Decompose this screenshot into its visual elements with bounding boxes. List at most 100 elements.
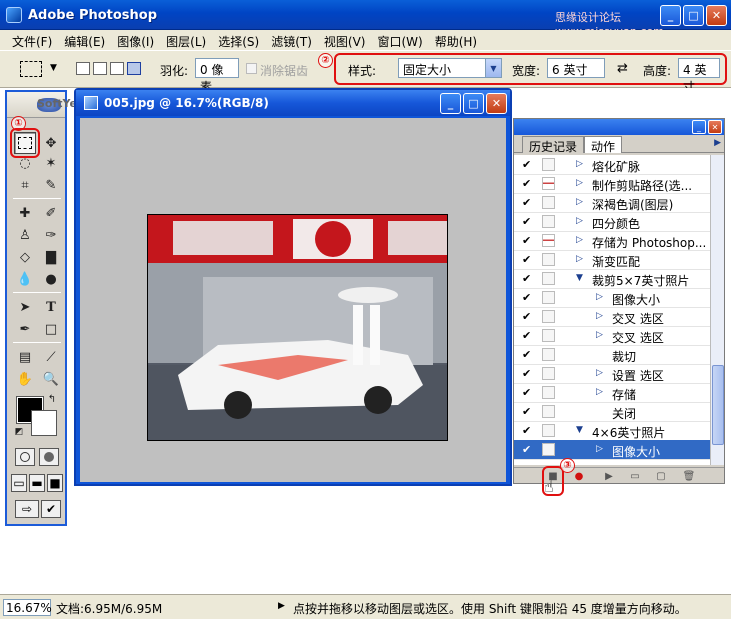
- menu-help[interactable]: 帮助(H): [429, 30, 483, 50]
- collapsed-triangle-icon[interactable]: ▷: [596, 368, 603, 378]
- toggle-item-check-icon[interactable]: ✔: [522, 424, 531, 437]
- toggle-item-check-icon[interactable]: ✔: [522, 291, 531, 304]
- screen-mode-standard-icon[interactable]: ▭: [11, 474, 27, 492]
- expanded-triangle-icon[interactable]: ▼: [576, 273, 583, 283]
- document-title-bar[interactable]: 005.jpg @ 16.7%(RGB/8) _ □ ✕: [76, 90, 510, 116]
- screen-mode-full-icon[interactable]: ■: [47, 474, 63, 492]
- chevron-down-icon[interactable]: ▼: [485, 59, 501, 77]
- notes-tool-icon[interactable]: ▤: [14, 346, 36, 368]
- toggle-dialog-icon[interactable]: [542, 443, 555, 456]
- toggle-item-check-icon[interactable]: ✔: [522, 405, 531, 418]
- crop-tool-icon[interactable]: ⌗: [14, 174, 36, 196]
- gradient-tool-icon[interactable]: ▇: [40, 246, 62, 268]
- menu-file[interactable]: 文件(F): [6, 30, 58, 50]
- quick-mask-mode-icon[interactable]: [39, 448, 59, 466]
- action-row[interactable]: ✔ ▷ 渐变匹配: [514, 250, 710, 270]
- toggle-item-check-icon[interactable]: ✔: [522, 196, 531, 209]
- new-set-icon[interactable]: ▭: [628, 470, 642, 482]
- preset-dropdown-icon[interactable]: ▼: [50, 63, 57, 73]
- screen-mode-menu-icon[interactable]: ▬: [29, 474, 45, 492]
- panel-close-button[interactable]: ✕: [708, 120, 722, 134]
- tab-actions[interactable]: 动作: [584, 136, 623, 154]
- actions-scrollbar[interactable]: [710, 155, 724, 465]
- canvas-area[interactable]: [80, 118, 506, 482]
- action-row[interactable]: ✔ ▼ 裁剪5×7英寸照片: [514, 269, 710, 289]
- status-menu-arrow-icon[interactable]: ▶: [278, 601, 285, 611]
- toggle-dialog-icon[interactable]: [542, 329, 555, 342]
- toggle-dialog-icon[interactable]: [542, 405, 555, 418]
- background-color-swatch[interactable]: [31, 410, 57, 436]
- document-window[interactable]: 005.jpg @ 16.7%(RGB/8) _ □ ✕: [74, 88, 512, 486]
- action-row[interactable]: ✔ ▷ 存储为 Photoshop...: [514, 231, 710, 251]
- slice-tool-icon[interactable]: ✎: [40, 174, 62, 196]
- history-brush-icon[interactable]: ✑: [40, 224, 62, 246]
- healing-brush-icon[interactable]: ✚: [14, 202, 36, 224]
- action-row[interactable]: ✔ ▼ 4×6英寸照片: [514, 421, 710, 441]
- toggle-dialog-icon[interactable]: [542, 158, 555, 171]
- play-icon[interactable]: ▶: [602, 470, 616, 482]
- collapsed-triangle-icon[interactable]: ▷: [596, 311, 603, 321]
- toggle-item-check-icon[interactable]: ✔: [522, 367, 531, 380]
- scrollbar-thumb[interactable]: [712, 365, 724, 445]
- expanded-triangle-icon[interactable]: ▼: [576, 425, 583, 435]
- maximize-button[interactable]: □: [683, 5, 704, 26]
- add-selection-icon[interactable]: [93, 62, 107, 75]
- default-colors-icon[interactable]: ◩: [13, 426, 25, 438]
- path-selection-icon[interactable]: ➤: [14, 296, 36, 318]
- toggle-item-check-icon[interactable]: ✔: [522, 158, 531, 171]
- doc-close-button[interactable]: ✕: [486, 93, 507, 114]
- rectangle-shape-icon[interactable]: □: [40, 318, 62, 340]
- collapsed-triangle-icon[interactable]: ▷: [576, 159, 583, 169]
- document-photo[interactable]: [147, 214, 448, 441]
- collapsed-triangle-icon[interactable]: ▷: [596, 444, 603, 454]
- toggle-item-check-icon[interactable]: ✔: [522, 177, 531, 190]
- new-action-icon[interactable]: ▢: [654, 470, 668, 482]
- action-row[interactable]: ✔ ▷ 制作剪贴路径(选...: [514, 174, 710, 194]
- action-row[interactable]: ✔ ▷ 熔化矿脉: [514, 155, 710, 175]
- jump-to-imageready-icon[interactable]: ⇨: [15, 500, 39, 518]
- zoom-input[interactable]: 16.67%: [3, 599, 52, 616]
- panel-minimize-button[interactable]: _: [692, 120, 706, 134]
- action-row[interactable]: ✔ ▷ 交叉 选区: [514, 307, 710, 327]
- action-row[interactable]: ✔ ▷ 图像大小: [514, 288, 710, 308]
- toggle-dialog-icon[interactable]: [542, 310, 555, 323]
- toggle-dialog-icon[interactable]: [542, 196, 555, 209]
- action-row[interactable]: ✔ ▷ 交叉 选区: [514, 326, 710, 346]
- swap-dimensions-icon[interactable]: ⇄: [617, 61, 628, 76]
- toggle-item-check-icon[interactable]: ✔: [522, 215, 531, 228]
- toggle-item-check-icon[interactable]: ✔: [522, 443, 531, 456]
- action-row[interactable]: ✔ 裁切: [514, 345, 710, 365]
- close-button[interactable]: ✕: [706, 5, 727, 26]
- panel-menu-icon[interactable]: ▶: [714, 138, 721, 148]
- subtract-selection-icon[interactable]: [110, 62, 124, 75]
- move-tool-icon[interactable]: ✥: [40, 132, 62, 154]
- magic-wand-tool-icon[interactable]: ✶: [40, 152, 62, 174]
- pen-tool-icon[interactable]: ✒: [14, 318, 36, 340]
- minimize-button[interactable]: _: [660, 5, 681, 26]
- lasso-tool-icon[interactable]: ◌: [14, 152, 36, 174]
- menu-layer[interactable]: 图层(L): [160, 30, 212, 50]
- new-selection-icon[interactable]: [76, 62, 90, 75]
- brush-tool-icon[interactable]: ✐: [40, 202, 62, 224]
- doc-maximize-button[interactable]: □: [463, 93, 484, 114]
- antialias-checkbox[interactable]: [246, 63, 257, 74]
- imageready-check-icon[interactable]: ✔: [41, 500, 61, 518]
- collapsed-triangle-icon[interactable]: ▷: [576, 216, 583, 226]
- menu-edit[interactable]: 编辑(E): [58, 30, 111, 50]
- standard-mode-icon[interactable]: [15, 448, 35, 466]
- toggle-dialog-icon[interactable]: [542, 253, 555, 266]
- action-row[interactable]: ✔ ▷ 深褐色调(图层): [514, 193, 710, 213]
- marquee-preset-icon[interactable]: [20, 61, 42, 77]
- action-row[interactable]: ✔ ▷ 四分颜色: [514, 212, 710, 232]
- dodge-tool-icon[interactable]: ●: [40, 268, 62, 290]
- collapsed-triangle-icon[interactable]: ▷: [596, 292, 603, 302]
- zoom-tool-icon[interactable]: 🔍: [40, 368, 62, 390]
- toggle-dialog-icon[interactable]: [542, 386, 555, 399]
- action-row[interactable]: ✔ ▷ 设置 选区: [514, 364, 710, 384]
- collapsed-triangle-icon[interactable]: ▷: [576, 197, 583, 207]
- toggle-dialog-icon[interactable]: [542, 177, 555, 190]
- toggle-dialog-icon[interactable]: [542, 367, 555, 380]
- action-row[interactable]: ✔ 关闭: [514, 402, 710, 422]
- panel-title-bar[interactable]: _ ✕: [514, 119, 724, 135]
- toggle-dialog-icon[interactable]: [542, 215, 555, 228]
